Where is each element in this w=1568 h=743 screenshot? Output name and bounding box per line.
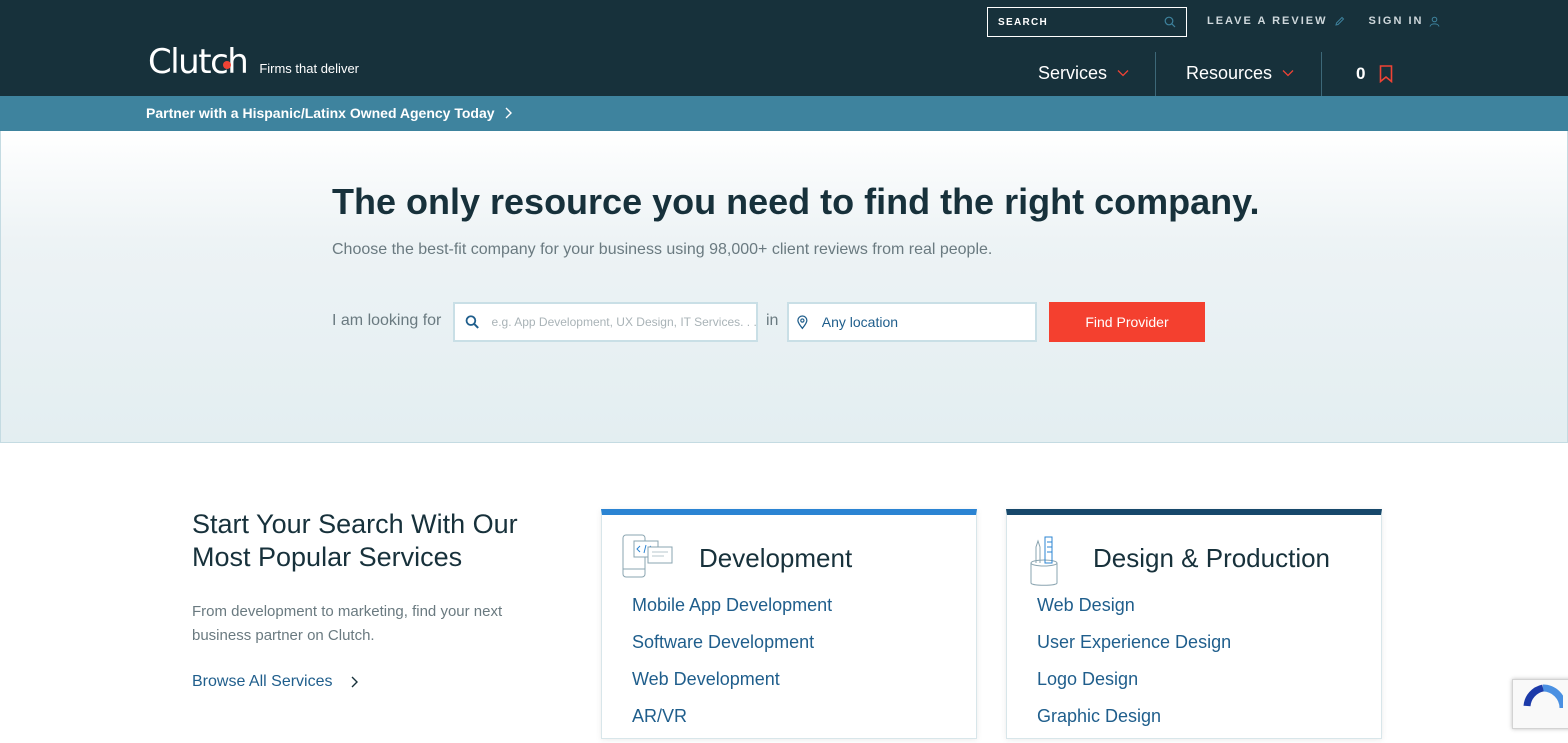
header-search-placeholder: SEARCH — [998, 16, 1049, 28]
looking-for-label: I am looking for — [332, 312, 442, 329]
find-provider-button[interactable]: Find Provider — [1049, 302, 1205, 342]
clutch-logo[interactable]: Clutch Firms that deliver — [148, 42, 359, 82]
nav-services-item: Services — [1038, 63, 1129, 84]
nav-resources-label: Resources — [1186, 62, 1273, 83]
leave-review-label: LEAVE A REVIEW — [1207, 15, 1328, 27]
development-link[interactable]: AR/VR — [632, 706, 832, 743]
sign-in-link[interactable]: SIGN IN — [1369, 15, 1441, 27]
development-link[interactable]: Web Development — [632, 669, 832, 706]
search-icon[interactable] — [1164, 16, 1176, 28]
bookmark-icon — [1380, 65, 1393, 83]
service-search-input[interactable] — [491, 315, 756, 329]
design-link[interactable]: Web Design — [1037, 595, 1231, 632]
development-links: Mobile App Development Software Developm… — [632, 595, 832, 743]
hero-subtitle: Choose the best-fit company for your bus… — [332, 241, 993, 258]
chevron-right-icon — [351, 676, 358, 688]
service-search-field[interactable] — [453, 302, 758, 342]
nav-divider — [1155, 52, 1156, 96]
development-card: Development Mobile App Development Softw… — [601, 509, 977, 739]
in-label: in — [766, 312, 779, 329]
popular-services-description: From development to marketing, find your… — [192, 603, 503, 644]
design-tools-icon — [1030, 536, 1058, 586]
design-link[interactable]: Graphic Design — [1037, 706, 1231, 743]
location-pin-icon — [797, 314, 808, 329]
nav-services[interactable]: Services — [1038, 50, 1129, 96]
nav-services-label: Services — [1038, 62, 1108, 83]
search-icon — [465, 315, 479, 329]
design-production-card: Design & Production Web Design User Expe… — [1006, 509, 1382, 739]
leave-review-link[interactable]: LEAVE A REVIEW — [1207, 15, 1345, 27]
design-link[interactable]: User Experience Design — [1037, 632, 1231, 669]
bookmark-count: 0 — [1356, 64, 1366, 83]
hero-title: The only resource you need to find the r… — [332, 181, 1260, 222]
pencil-icon — [1334, 16, 1344, 26]
chevron-down-icon — [1117, 70, 1129, 77]
logo-wordmark: Clutch — [148, 42, 249, 82]
code-devices-icon — [622, 534, 673, 578]
design-links: Web Design User Experience Design Logo D… — [1037, 595, 1231, 743]
promo-bar: Partner with a Hispanic/Latinx Owned Age… — [0, 96, 1568, 131]
user-icon — [1429, 16, 1440, 27]
saved-providers-button[interactable]: 0 — [1356, 64, 1393, 84]
popular-services-title: Start Your Search With Our Most Popular … — [192, 509, 518, 572]
nav-resources[interactable]: Resources — [1186, 50, 1294, 96]
location-field[interactable] — [787, 302, 1037, 342]
development-card-title: Development — [699, 543, 853, 573]
development-link[interactable]: Software Development — [632, 632, 832, 669]
header-search-input[interactable]: SEARCH — [987, 7, 1187, 37]
sign-in-label: SIGN IN — [1368, 15, 1424, 27]
location-input[interactable] — [821, 314, 1035, 330]
design-card-title: Design & Production — [1093, 543, 1331, 573]
logo-red-dot — [223, 61, 231, 69]
hero-section: The only resource you need to find the r… — [0, 131, 1568, 443]
logo-tagline: Firms that deliver — [259, 61, 360, 76]
chevron-right-icon — [505, 107, 512, 119]
development-link[interactable]: Mobile App Development — [632, 595, 832, 632]
browse-all-services-link[interactable]: Browse All Services — [192, 673, 358, 691]
utility-links: LEAVE A REVIEW SIGN IN — [1207, 15, 1440, 27]
browse-all-label: Browse All Services — [192, 673, 333, 690]
chevron-down-icon — [1282, 70, 1294, 77]
nav-resources-item: Resources — [1186, 63, 1294, 84]
site-header: Clutch Firms that deliver SEARCH LEAVE A… — [0, 0, 1568, 96]
promo-text: Partner with a Hispanic/Latinx Owned Age… — [146, 105, 495, 121]
nav-divider — [1321, 52, 1322, 96]
design-link[interactable]: Logo Design — [1037, 669, 1231, 706]
promo-link[interactable]: Partner with a Hispanic/Latinx Owned Age… — [146, 105, 512, 121]
